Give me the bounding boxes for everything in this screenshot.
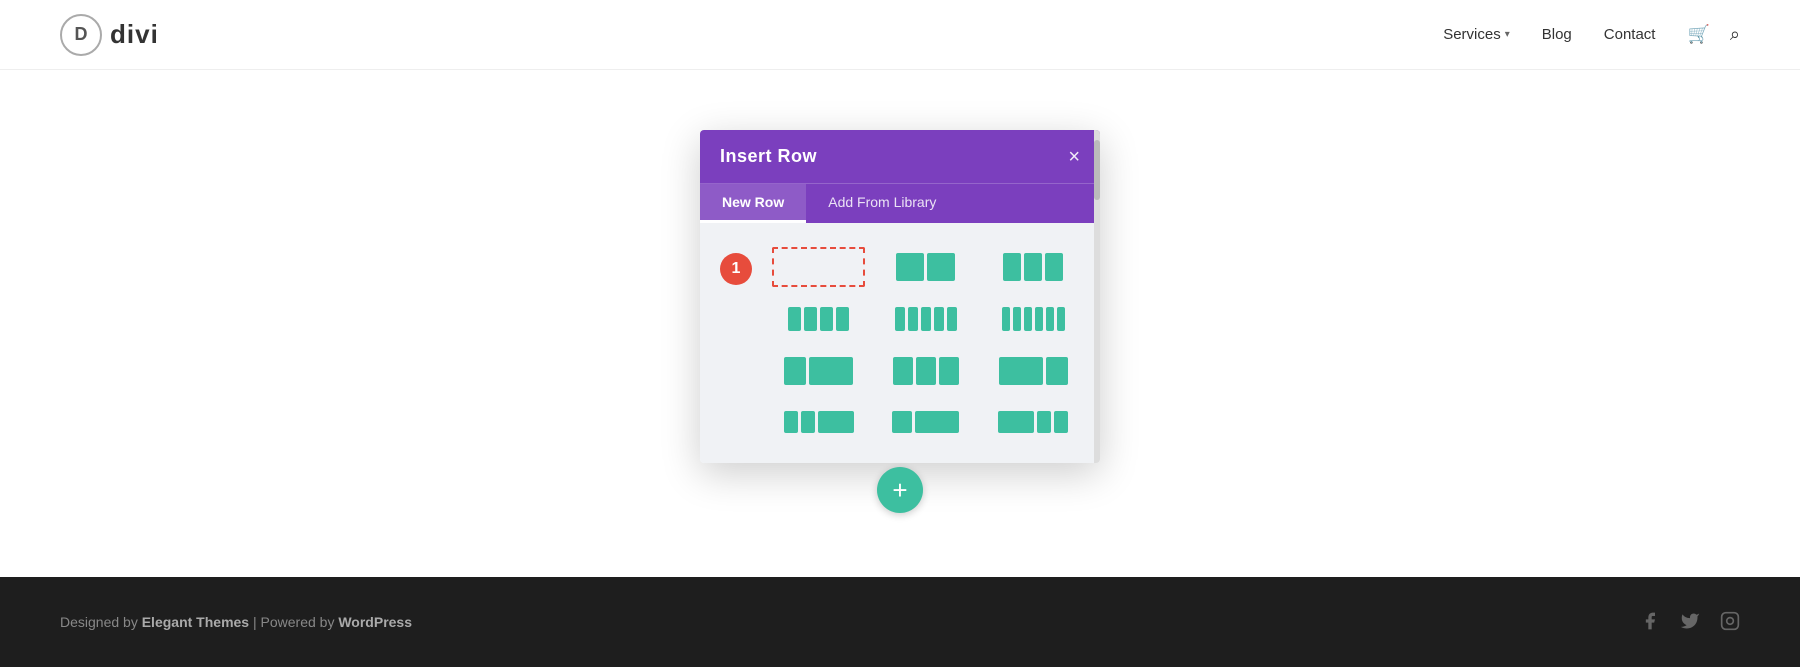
footer-credit: Designed by Elegant Themes | Powered by … xyxy=(60,614,412,630)
cart-icon[interactable]: 🛒 xyxy=(1687,24,1709,45)
scrollbar[interactable] xyxy=(1094,130,1100,463)
layout-2-1[interactable] xyxy=(987,351,1080,391)
logo-letter: D xyxy=(75,24,88,45)
layout-grid xyxy=(772,247,1080,439)
main-content: Insert Row × New Row Add From Library 1 xyxy=(0,70,1800,490)
modal-header: Insert Row × xyxy=(700,130,1100,183)
logo-circle: D xyxy=(60,14,102,56)
layout-1-2[interactable] xyxy=(772,351,865,391)
tab-add-from-library[interactable]: Add From Library xyxy=(806,184,958,223)
facebook-icon-svg[interactable] xyxy=(1640,611,1660,631)
modal-tabs: New Row Add From Library xyxy=(700,183,1100,223)
layout-1col[interactable] xyxy=(772,247,865,287)
badge-container: 1 xyxy=(720,247,752,439)
footer: Designed by Elegant Themes | Powered by … xyxy=(0,577,1800,667)
layout-2col[interactable] xyxy=(879,247,972,287)
twitter-icon[interactable] xyxy=(1680,611,1700,631)
logo-text: divi xyxy=(110,19,159,50)
layout-4col[interactable] xyxy=(772,301,865,337)
header: D divi Services ▾ Blog Contact 🛒 ⌕ xyxy=(0,0,1800,70)
layout-5col[interactable] xyxy=(879,301,972,337)
modal-body: 1 xyxy=(700,223,1100,463)
main-nav: Services ▾ Blog Contact 🛒 ⌕ xyxy=(1443,24,1740,45)
elegant-themes-link[interactable]: Elegant Themes xyxy=(142,614,249,630)
logo-area: D divi xyxy=(60,14,159,56)
layout-partial-2[interactable] xyxy=(879,405,972,439)
layout-1-1-2[interactable] xyxy=(879,351,972,391)
layout-partial-1[interactable] xyxy=(772,405,865,439)
search-icon[interactable]: ⌕ xyxy=(1730,24,1740,45)
modal-container: Insert Row × New Row Add From Library 1 xyxy=(700,130,1100,463)
page-wrapper: D divi Services ▾ Blog Contact 🛒 ⌕ xyxy=(0,0,1800,667)
chevron-down-icon: ▾ xyxy=(1505,29,1510,40)
tab-new-row[interactable]: New Row xyxy=(700,184,806,223)
nav-item-contact[interactable]: Contact xyxy=(1604,26,1656,43)
insert-row-modal: Insert Row × New Row Add From Library 1 xyxy=(700,130,1100,463)
add-row-button[interactable]: + xyxy=(877,467,923,513)
nav-item-blog[interactable]: Blog xyxy=(1542,26,1572,43)
footer-social-icons:  xyxy=(1620,611,1740,634)
designed-by-text: Designed by xyxy=(60,614,138,630)
nav-item-services[interactable]: Services ▾ xyxy=(1443,26,1510,43)
instagram-icon[interactable] xyxy=(1720,611,1740,631)
layout-partial-3[interactable] xyxy=(987,405,1080,439)
modal-title: Insert Row xyxy=(720,146,817,167)
layout-6col[interactable] xyxy=(987,301,1080,337)
nav-icons: 🛒 ⌕ xyxy=(1687,24,1740,45)
close-icon[interactable]: × xyxy=(1068,147,1080,167)
row-badge: 1 xyxy=(720,253,752,285)
powered-by-text: | Powered by xyxy=(253,614,334,630)
scrollbar-thumb xyxy=(1094,140,1100,200)
wordpress-link[interactable]: WordPress xyxy=(338,614,412,630)
layout-3col[interactable] xyxy=(987,247,1080,287)
